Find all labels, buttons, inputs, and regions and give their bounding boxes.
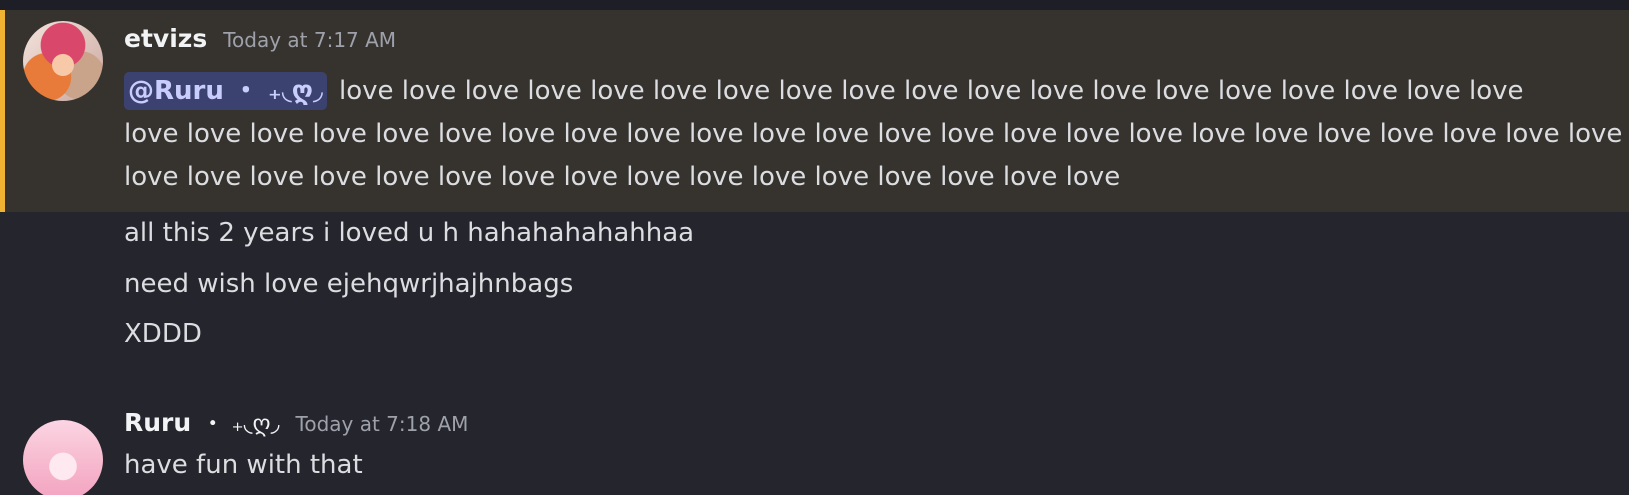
message-header: etvizs Today at 7:17 AM [124,24,396,53]
message-header: Ruru ・ ₊◟ღ◞ Today at 7:18 AM [124,404,468,438]
avatar[interactable] [23,420,103,495]
user-mention[interactable]: @Ruru ・ ₊◟ღ◞ [124,72,328,110]
message-text: all this 2 years i loved u h hahahahahah… [124,218,695,248]
message-text: love love love love love love love love … [124,162,1121,192]
message-text: need wish love ejehqwrjhajhnbags [124,269,574,299]
message-text: love love love love love love love love … [124,119,1629,149]
author-username[interactable]: Ruru [124,408,191,437]
avatar[interactable] [23,21,103,101]
message-text: XDDD [124,319,202,349]
message-timestamp[interactable]: Today at 7:18 AM [296,412,469,436]
message-text: love love love love love love love love … [339,76,1524,106]
message-text: have fun with that [124,450,363,480]
author-decoration: ・ ₊◟ღ◞ [201,411,280,437]
message-line: @Ruru ・ ₊◟ღ◞ love love love love love lov… [124,70,1624,113]
message-content: @Ruru ・ ₊◟ღ◞ love love love love love lov… [124,70,1629,199]
top-divider [0,0,1629,10]
chat-message-list: etvizs Today at 7:17 AM @Ruru ・ ₊◟ღ◞ love… [0,0,1629,495]
mention-highlight-bar [0,10,5,212]
author-username[interactable]: etvizs [124,24,207,53]
message-timestamp[interactable]: Today at 7:17 AM [223,28,396,52]
